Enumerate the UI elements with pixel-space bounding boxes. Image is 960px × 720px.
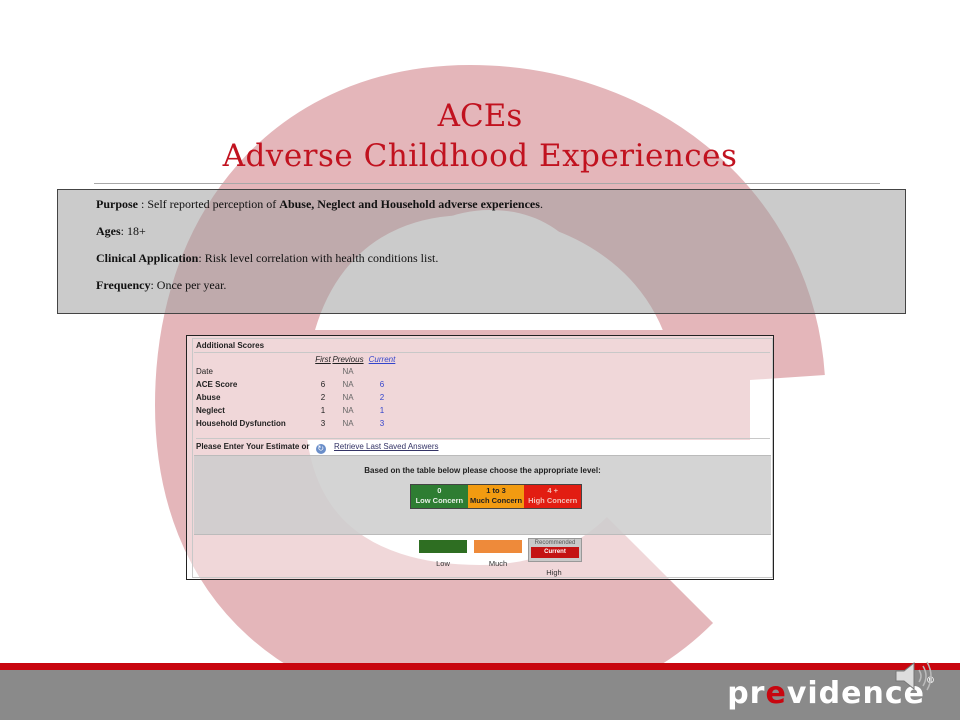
- much-label: Much: [488, 559, 508, 568]
- legend-low-range: 0: [437, 486, 442, 495]
- legend-low: 0 Low Concern: [411, 485, 468, 508]
- legend-high-label: High Concern: [528, 496, 578, 505]
- column-current[interactable]: Current: [366, 354, 398, 366]
- legend-much-label: Much Concern: [469, 496, 523, 505]
- row-label: Date: [196, 367, 213, 376]
- frequency-value: : Once per year.: [150, 278, 227, 292]
- purpose-text: : Self reported perception of: [138, 197, 280, 211]
- slide-title-acronym: ACEs: [437, 98, 523, 134]
- legend-much: 1 to 3 Much Concern: [467, 485, 525, 508]
- ages-label: Ages: [96, 224, 121, 238]
- estimate-label: Please Enter Your Estimate or: [196, 442, 310, 451]
- frequency-line: Frequency: Once per year.: [96, 278, 905, 292]
- level-choices: Recommended Current Low Much High: [194, 535, 771, 577]
- clinical-value: : Risk level correlation with health con…: [198, 251, 439, 265]
- legend-much-range: 1 to 3: [486, 486, 506, 495]
- purpose-line: Purpose : Self reported perception of Ab…: [96, 197, 905, 211]
- clinical-line: Clinical Application: Risk level correla…: [96, 251, 905, 265]
- ages-line: Ages: 18+: [96, 224, 905, 238]
- footer-red-stripe: [0, 663, 960, 670]
- low-label: Low: [436, 559, 450, 568]
- first-value: 6: [320, 380, 326, 389]
- current-badge: Current: [531, 547, 579, 558]
- recommended-label: Recommended: [534, 540, 576, 546]
- purpose-emphasis: Abuse, Neglect and Household adverse exp…: [279, 197, 540, 211]
- current-value: 6: [379, 380, 385, 389]
- title-divider: [94, 183, 880, 184]
- current-value: 1: [379, 406, 385, 415]
- refresh-icon[interactable]: ↻: [315, 444, 326, 454]
- column-previous[interactable]: Previous: [332, 354, 364, 366]
- logo-accent-letter: e: [765, 676, 787, 711]
- audio-speaker-icon[interactable]: [892, 656, 940, 696]
- previous-value: NA: [342, 406, 354, 415]
- estimate-row: Please Enter Your Estimate or ↻ Retrieve…: [196, 438, 770, 455]
- purpose-label: Purpose: [96, 197, 138, 211]
- current-value: 3: [379, 419, 385, 428]
- legend-low-label: Low Concern: [415, 496, 464, 505]
- current-value: 2: [379, 393, 385, 402]
- first-value: 3: [320, 419, 326, 428]
- row-label: Neglect: [196, 406, 225, 415]
- scores-header: Additional Scores: [194, 340, 770, 353]
- low-level-button[interactable]: [419, 540, 467, 553]
- previous-value: NA: [342, 380, 354, 389]
- slide-title: Adverse Childhood Experiences: [222, 138, 738, 174]
- ages-value: : 18+: [120, 224, 146, 238]
- first-value: 2: [320, 393, 326, 402]
- row-label: Household Dysfunction: [196, 419, 286, 428]
- previous-value: NA: [342, 393, 354, 402]
- info-box: Purpose : Self reported perception of Ab…: [57, 189, 906, 314]
- row-label: Abuse: [196, 393, 221, 402]
- scores-panel: Additional Scores First Previous Current…: [192, 338, 773, 578]
- previous-value: NA: [342, 367, 354, 376]
- level-selection-panel: Based on the table below please choose t…: [194, 455, 771, 535]
- high-label: High: [546, 568, 562, 577]
- previous-value: NA: [342, 419, 354, 428]
- column-first[interactable]: First: [312, 354, 334, 366]
- purpose-end: .: [539, 197, 543, 211]
- level-instruction: Based on the table below please choose t…: [364, 466, 601, 475]
- legend-high-range: 4 +: [547, 486, 558, 495]
- high-level-button[interactable]: Recommended Current: [528, 538, 582, 562]
- clinical-label: Clinical Application: [96, 251, 199, 265]
- frequency-label: Frequency: [96, 278, 151, 292]
- concern-legend: 0 Low Concern 1 to 3 Much Concern 4 + Hi…: [410, 484, 582, 509]
- much-level-button[interactable]: [474, 540, 522, 553]
- first-value: 1: [320, 406, 326, 415]
- row-label: ACE Score: [196, 380, 238, 389]
- logo-part: pr: [727, 676, 766, 711]
- retrieve-saved-answers-link[interactable]: Retrieve Last Saved Answers: [334, 442, 439, 451]
- legend-high: 4 + High Concern: [524, 485, 582, 508]
- scores-panel-screenshot: Additional Scores First Previous Current…: [186, 335, 774, 580]
